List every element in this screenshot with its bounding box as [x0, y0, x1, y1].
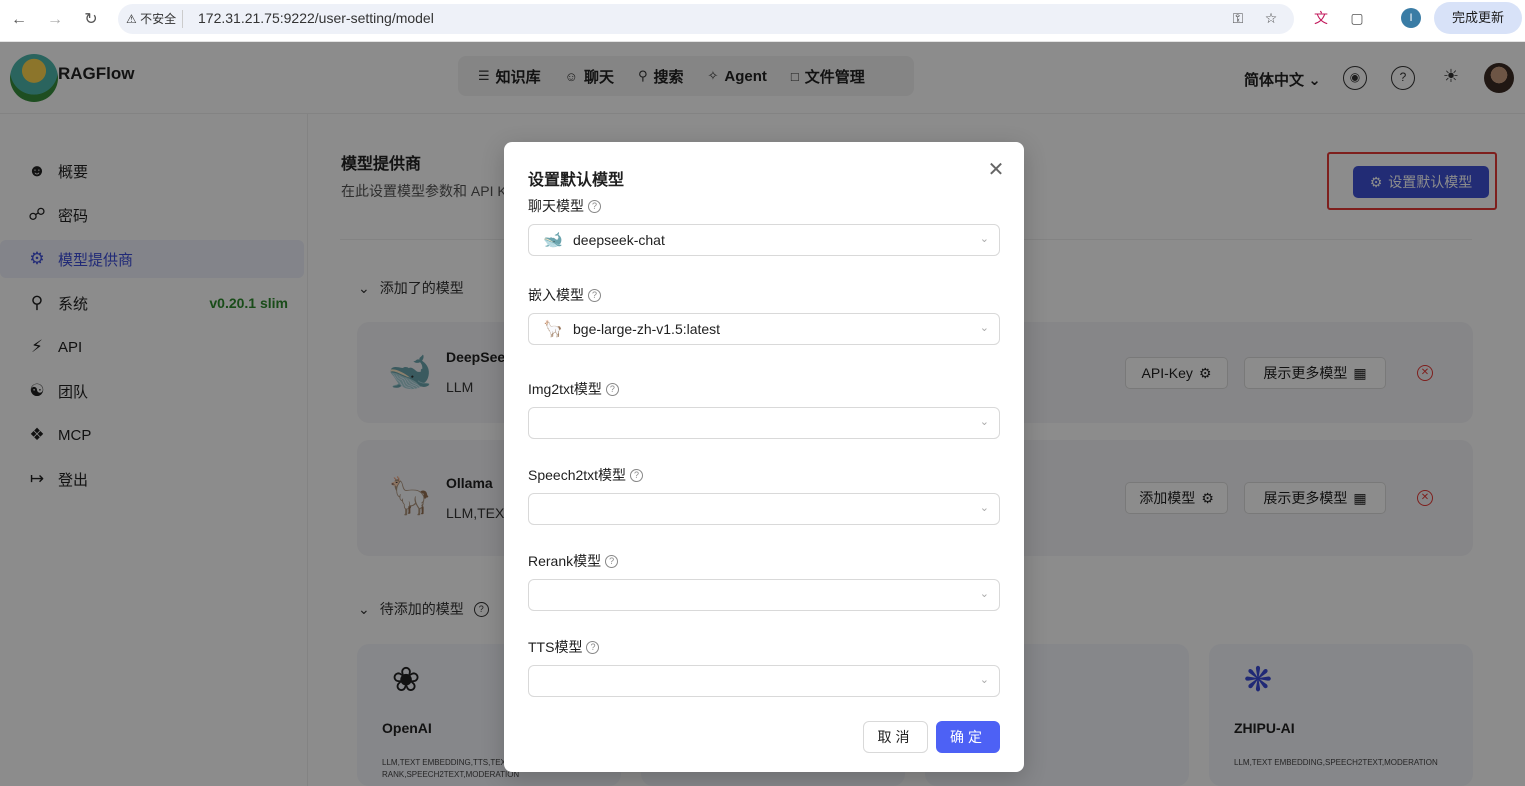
help-icon[interactable]: ?: [586, 640, 600, 654]
speech2txt-model-select[interactable]: ⌄: [528, 493, 1000, 525]
url-text[interactable]: 172.31.21.75:9222/user-setting/model: [198, 10, 434, 26]
insecure-indicator[interactable]: ⚠ 不安全: [126, 10, 184, 28]
help-icon[interactable]: ?: [588, 288, 601, 302]
close-icon[interactable]: ✕: [986, 160, 1006, 180]
dialog-title: 设置默认模型: [528, 172, 625, 189]
selected-value: deepseek-chat: [573, 232, 665, 248]
address-bar[interactable]: ⚠ 不安全 172.31.21.75:9222/user-setting/mod…: [118, 4, 1294, 34]
update-button[interactable]: 完成更新: [1434, 2, 1522, 34]
rerank-model-label: Rerank模型?: [528, 551, 619, 571]
chevron-down-icon: ⌄: [979, 322, 989, 334]
confirm-button[interactable]: 确定: [936, 721, 1000, 753]
speech2txt-model-label: Speech2txt模型?: [528, 465, 644, 485]
embedding-model-select[interactable]: 🦙 bge-large-zh-v1.5:latest ⌄: [528, 313, 1000, 345]
help-icon[interactable]: ?: [630, 468, 644, 482]
chat-model-label: 聊天模型?: [528, 196, 601, 216]
set-default-model-dialog: 设置默认模型 ✕ 聊天模型? 🐋 deepseek-chat ⌄ 嵌入模型? 🦙…: [504, 142, 1024, 772]
profile-avatar[interactable]: I: [1401, 8, 1421, 28]
rerank-model-select[interactable]: ⌄: [528, 579, 1000, 611]
help-icon[interactable]: ?: [605, 382, 619, 396]
reload-icon[interactable]: ↻: [80, 9, 102, 31]
tts-model-select[interactable]: ⌄: [528, 665, 1000, 697]
chat-model-select[interactable]: 🐋 deepseek-chat ⌄: [528, 224, 1000, 256]
ollama-icon: 🦙: [543, 321, 563, 338]
img2txt-model-label: Img2txt模型?: [528, 379, 619, 399]
chevron-down-icon: ⌄: [979, 674, 989, 686]
selected-value: bge-large-zh-v1.5:latest: [573, 321, 721, 337]
cancel-button[interactable]: 取消: [863, 721, 928, 753]
help-icon[interactable]: ?: [605, 554, 619, 568]
bookmark-star-icon[interactable]: ☆: [1261, 8, 1281, 28]
img2txt-model-select[interactable]: ⌄: [528, 407, 1000, 439]
embedding-model-label: 嵌入模型?: [528, 285, 601, 305]
browser-chrome: ← → ↻ ⚠ 不安全 172.31.21.75:9222/user-setti…: [0, 0, 1525, 42]
forward-icon[interactable]: →: [44, 9, 66, 31]
translate-extension-icon[interactable]: 文: [1311, 8, 1331, 28]
tts-model-label: TTS模型?: [528, 637, 600, 657]
chevron-down-icon: ⌄: [979, 502, 989, 514]
extensions-puzzle-icon[interactable]: ▢: [1347, 8, 1367, 28]
chevron-down-icon: ⌄: [979, 588, 989, 600]
deepseek-icon: 🐋: [543, 232, 563, 249]
password-key-icon[interactable]: ⚿: [1228, 8, 1248, 28]
chevron-down-icon: ⌄: [979, 233, 989, 245]
help-icon[interactable]: ?: [588, 199, 601, 213]
back-icon[interactable]: ←: [8, 9, 30, 31]
chevron-down-icon: ⌄: [979, 416, 989, 428]
